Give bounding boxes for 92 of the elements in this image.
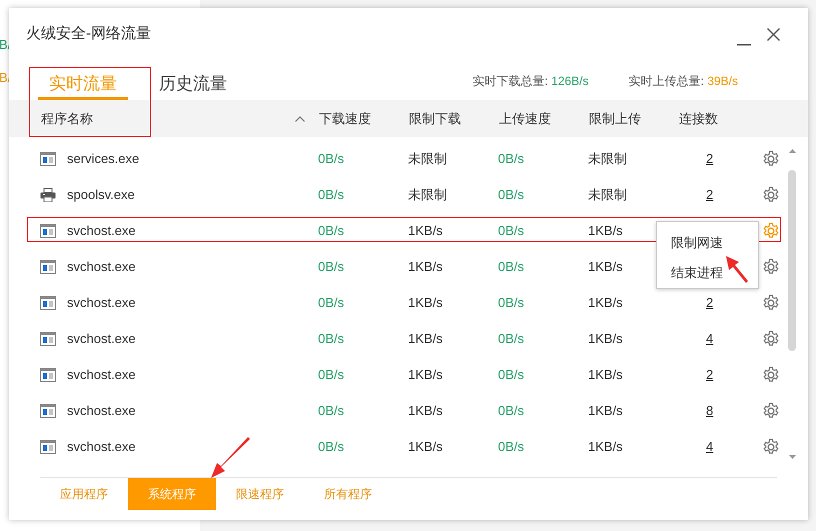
total-label: 实时上传总量: [628, 73, 705, 90]
settings-icon[interactable] [762, 186, 780, 204]
scrollbar-thumb[interactable] [788, 170, 796, 351]
table-cell: 0B/s [318, 295, 344, 310]
column-header[interactable]: 上传速度 [499, 110, 551, 126]
table-cell: 0B/s [318, 187, 344, 202]
settings-icon[interactable] [762, 438, 780, 456]
table-cell: 0B/s [498, 403, 524, 418]
table-cell: 1KB/s [588, 367, 623, 382]
table-cell: 1KB/s [408, 439, 443, 454]
settings-icon[interactable] [762, 258, 780, 276]
table-cell: 0B/s [498, 439, 524, 454]
table-cell: 未限制 [408, 151, 447, 166]
minimize-icon[interactable] [737, 44, 751, 46]
program-name: svchost.exe [67, 366, 136, 384]
window-icon [40, 368, 56, 382]
connection-count-link[interactable]: 2 [706, 295, 714, 310]
table-cell: 0B/s [318, 259, 344, 274]
scroll-down-icon[interactable] [789, 455, 796, 459]
table-cell: 未限制 [588, 187, 627, 202]
program-name: svchost.exe [67, 294, 136, 312]
connection-count-link[interactable]: 4 [706, 439, 714, 454]
printer-icon [40, 188, 56, 202]
window-icon [40, 440, 56, 454]
total-label: 实时下载总量: [472, 73, 549, 90]
settings-icon[interactable] [762, 150, 780, 168]
table-cell: 0B/s [318, 223, 344, 238]
settings-icon[interactable] [762, 402, 780, 420]
total-value: 39B/s [707, 73, 738, 90]
connection-count-link[interactable]: 2 [706, 367, 714, 382]
window-icon [40, 296, 56, 310]
table-cell: 0B/s [498, 187, 524, 202]
table-cell: 0B/s [498, 259, 524, 274]
table-cell: 0B/s [318, 331, 344, 346]
annotation-arrow [211, 437, 250, 478]
table-cell: 0B/s [498, 295, 524, 310]
table-cell: 未限制 [408, 187, 447, 202]
settings-icon[interactable] [762, 294, 780, 312]
column-header[interactable]: 限制下载 [409, 110, 461, 126]
connection-count-link[interactable]: 8 [706, 403, 714, 418]
table-cell: 1KB/s [408, 259, 443, 274]
program-name: svchost.exe [67, 330, 136, 348]
table-cell: 0B/s [498, 367, 524, 382]
table-cell: 1KB/s [588, 295, 623, 310]
table-cell: 0B/s [318, 367, 344, 382]
window-icon [40, 260, 56, 274]
program-name: services.exe [67, 150, 140, 168]
program-name: svchost.exe [67, 222, 136, 240]
menu-item[interactable]: 限制网速 [671, 234, 758, 252]
annotation-arrow [726, 256, 748, 283]
window-icon [40, 404, 56, 418]
settings-icon[interactable] [762, 330, 780, 348]
connection-count-link[interactable]: 4 [706, 331, 714, 346]
close-icon[interactable] [767, 28, 780, 40]
window-title: 火绒安全-网络流量 [26, 24, 151, 44]
table-cell: 0B/s [318, 403, 344, 418]
table-cell: 1KB/s [408, 295, 443, 310]
column-header[interactable]: 下载速度 [319, 110, 371, 126]
table-cell: 1KB/s [588, 439, 623, 454]
column-header[interactable]: 连接数 [679, 110, 718, 126]
connection-count-link[interactable]: 2 [706, 187, 714, 202]
menu-item[interactable]: 结束进程 [671, 264, 758, 282]
table-cell: 1KB/s [588, 403, 623, 418]
program-name: svchost.exe [67, 258, 136, 276]
table-cell: 1KB/s [588, 259, 623, 274]
table-cell: 0B/s [498, 331, 524, 346]
table-cell: 1KB/s [588, 223, 623, 238]
table-cell: 1KB/s [408, 403, 443, 418]
table-cell: 0B/s [498, 151, 524, 166]
scroll-up-icon[interactable] [789, 149, 796, 153]
window-icon [40, 332, 56, 346]
settings-icon[interactable] [762, 366, 780, 384]
table-cell: 未限制 [588, 151, 627, 166]
table-cell: 1KB/s [588, 331, 623, 346]
settings-icon[interactable] [762, 222, 780, 240]
column-header[interactable]: 限制上传 [589, 110, 641, 126]
total-value: 126B/s [551, 73, 589, 90]
table-cell: 0B/s [498, 223, 524, 238]
table-cell: 0B/s [318, 151, 344, 166]
tab[interactable]: 历史流量 [154, 70, 232, 100]
window-icon [40, 224, 56, 238]
table-cell: 0B/s [318, 439, 344, 454]
sort-icon[interactable] [295, 116, 305, 122]
table-cell: 1KB/s [408, 331, 443, 346]
table-cell: 1KB/s [408, 367, 443, 382]
table-cell: 1KB/s [408, 223, 443, 238]
program-name: svchost.exe [67, 438, 136, 456]
program-name: svchost.exe [67, 402, 136, 420]
column-header[interactable]: 程序名称 [41, 108, 295, 128]
program-name: spoolsv.exe [67, 186, 135, 204]
window-icon [40, 152, 56, 166]
connection-count-link[interactable]: 2 [706, 151, 714, 166]
